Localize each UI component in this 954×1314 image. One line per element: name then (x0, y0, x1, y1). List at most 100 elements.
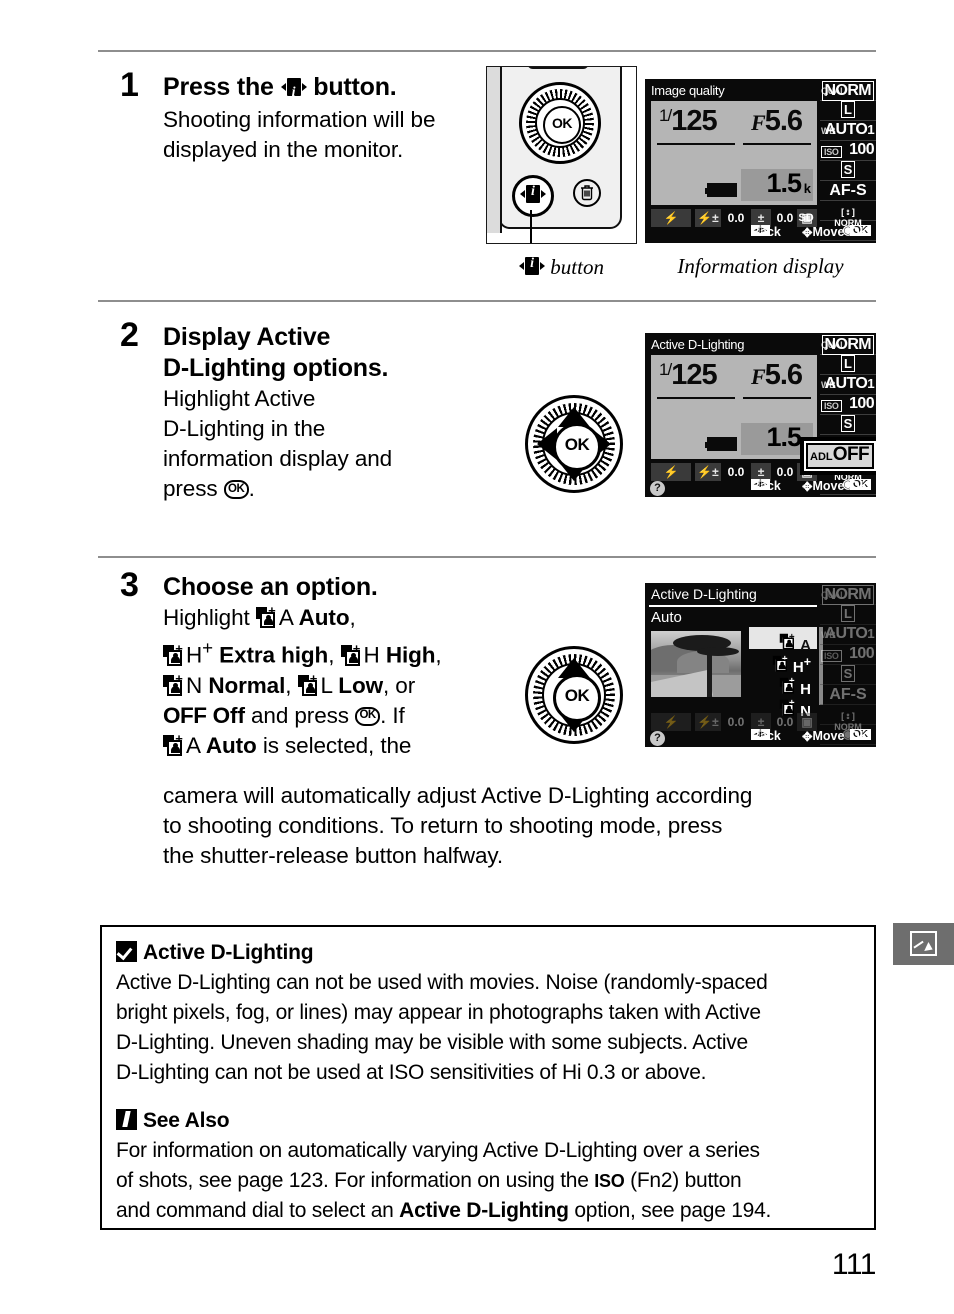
lcd-status-column: QUAL NORM L WB AUTO1 ISO 100 S AF-S [ ⦂ ] NO… (820, 81, 876, 243)
shots-remaining: 1.5 k (741, 168, 813, 201)
divider-step1-step2 (98, 300, 876, 302)
qual-value: NORM (821, 335, 874, 355)
release-mode-value: S (840, 415, 856, 432)
iso-label: ISO (821, 400, 842, 412)
adl-option-high[interactable]: + H (749, 671, 817, 698)
focus-mode-value: AF-S (829, 182, 867, 199)
step-3-line-2: + H+ Extra high, + H High, (163, 633, 442, 671)
iso-keyword: ISO (594, 1171, 625, 1191)
step-3-line-1: Highlight + A Auto, (163, 603, 356, 630)
adl-icon: + (340, 642, 363, 667)
step-2-number: 2 (120, 316, 139, 354)
release-mode-value: S (820, 161, 876, 178)
hint-move: ✥ Move (802, 729, 845, 744)
lcd-status-column-3: QUAL NORM L WB AUTO1 ISO 100 S AF-S [ ⦂ ] NO… (820, 585, 876, 747)
step-2-press-label: press (163, 476, 224, 501)
seealso-note-body: For information on automatically varying… (116, 1139, 772, 1222)
pencil-icon (116, 1109, 137, 1130)
adl-icon: + (163, 732, 185, 757)
aperture: F5.6 (751, 105, 803, 137)
step-2-text-l3: information display and (163, 446, 393, 471)
active-d-lighting-keyword: Active D-Lighting (399, 1199, 569, 1222)
step-2-period: . (248, 476, 255, 501)
lcd-main-panel: 1/125 F5.6 1.5 k (651, 101, 817, 205)
note-box: Active D-Lighting Active D-Lighting can … (100, 925, 876, 1230)
iso-value: 100 (849, 395, 875, 412)
trash-icon (572, 177, 602, 209)
step-1-title-post: button. (306, 73, 397, 101)
info-button-on-camera (512, 175, 554, 217)
iso-label: ISO (821, 146, 842, 158)
step-3-wrap-1: camera will automatically adjust Active … (163, 783, 753, 808)
iso-value: 100 (849, 141, 875, 158)
step-1-title-pre: Press the (163, 73, 281, 101)
command-dial-icon: OK (519, 82, 601, 164)
step-2-title-line2: D-Lighting options. (163, 354, 389, 382)
step-3-line-4: OFF Off and press OK. If (163, 702, 405, 728)
lcd-active-d-lighting-menu: Active D-Lighting Auto + A + H+ + H + N ⚡ ⚡±… (645, 583, 876, 747)
lcd-hint-bar-3: ◂i▸ Back ✥ Move OK OK (645, 729, 876, 746)
lcd-header-adl: Active D-Lighting (651, 337, 745, 352)
hint-move: ✥ Move (802, 479, 845, 494)
retouch-image-icon (910, 931, 937, 956)
multi-selector-icon-step2: OK (525, 395, 623, 493)
multi-selector-icon-step3: OK (525, 646, 623, 744)
step-3-line-3: + N Normal, + L Low, or (163, 671, 442, 701)
manual-page: 1 Press the button. Shooting information… (0, 0, 954, 1314)
warning-note-body: Active D-Lighting can not be used with m… (116, 971, 768, 1084)
adl-icon: + (772, 654, 790, 673)
adl-icon: + (163, 642, 185, 667)
adl-callout-highlight[interactable]: ADL OFF (800, 437, 876, 475)
step-2-text-l1: Highlight Active (163, 386, 316, 411)
hint-move: ✥ Move (802, 225, 845, 240)
camera-back-illustration: OK (486, 66, 637, 244)
info-button-icon (280, 77, 307, 108)
ok-button-icon: OK (223, 480, 249, 499)
shutter-speed: 1/125 (659, 105, 718, 137)
step-3-number: 3 (120, 566, 139, 604)
step-2-text-l4: press OK. (163, 474, 392, 504)
wb-value: AUTO1 (824, 375, 875, 392)
step-2-title-line1: Display Active (163, 323, 331, 351)
lcd-main-panel-2: 1/125 F5.6 1.5k (651, 355, 817, 459)
seealso-note-heading: See Also (116, 1106, 860, 1133)
lcd-hint-bar: ◂i▸ Back ✥ Move OK OK (645, 225, 876, 242)
battery-icon (705, 437, 737, 451)
warning-icon (116, 941, 137, 962)
adl-option-extra-high[interactable]: + H+ (749, 649, 817, 676)
battery-icon (705, 183, 737, 197)
menu-subtitle: Auto (651, 609, 682, 626)
lcd-hint-bar-2: ◂i▸ Back ✥ Move OK OK (645, 479, 876, 496)
image-size-value: L (820, 101, 876, 118)
caption-info-button-label: button (550, 255, 604, 279)
lcd-information-display: Image quality 1/125 F5.6 1.5 k ⚡ ⚡± 0.0 ±… (645, 79, 876, 243)
adl-option-auto[interactable]: + A (749, 627, 817, 654)
adl-option-normal[interactable]: + N (749, 693, 817, 720)
adl-icon: + (779, 676, 797, 695)
step-3-wrap-3: the shutter-release button halfway. (163, 843, 504, 868)
warning-note-heading: Active D-Lighting (116, 938, 860, 965)
adl-option-list[interactable]: + A + H+ + H + N (749, 627, 817, 720)
page-number: 111 (831, 1248, 877, 1281)
side-tab-retouch[interactable] (893, 923, 954, 965)
ok-button-icon: OK (355, 706, 381, 726)
step-3-line-5: + A Auto is selected, the (163, 731, 442, 761)
adl-callout-value: OFF (832, 444, 870, 465)
step-1-text: Shooting information will be displayed i… (163, 107, 436, 162)
qual-value: NORM (821, 81, 874, 101)
adl-icon: + (163, 672, 185, 697)
preview-thumbnail (651, 631, 741, 697)
step-3-title: Choose an option. (163, 573, 378, 601)
lcd-active-d-lighting-highlight: Active D-Lighting 1/125 F5.6 1.5k ⚡ ⚡± 0… (645, 333, 876, 497)
divider-step2-step3 (98, 556, 876, 558)
wb-value: AUTO1 (824, 121, 875, 138)
adl-icon: + (297, 672, 320, 697)
step-1-title: Press the button. (163, 72, 483, 108)
off-glyph: OFF (163, 702, 207, 728)
info-button-icon (519, 256, 546, 276)
step-1-number: 1 (120, 66, 139, 104)
adl-icon: + (255, 604, 278, 629)
divider-top (98, 50, 876, 52)
caption-information-display: Information display (677, 254, 844, 278)
step-3-wrap-2: to shooting conditions. To return to sho… (163, 813, 723, 838)
